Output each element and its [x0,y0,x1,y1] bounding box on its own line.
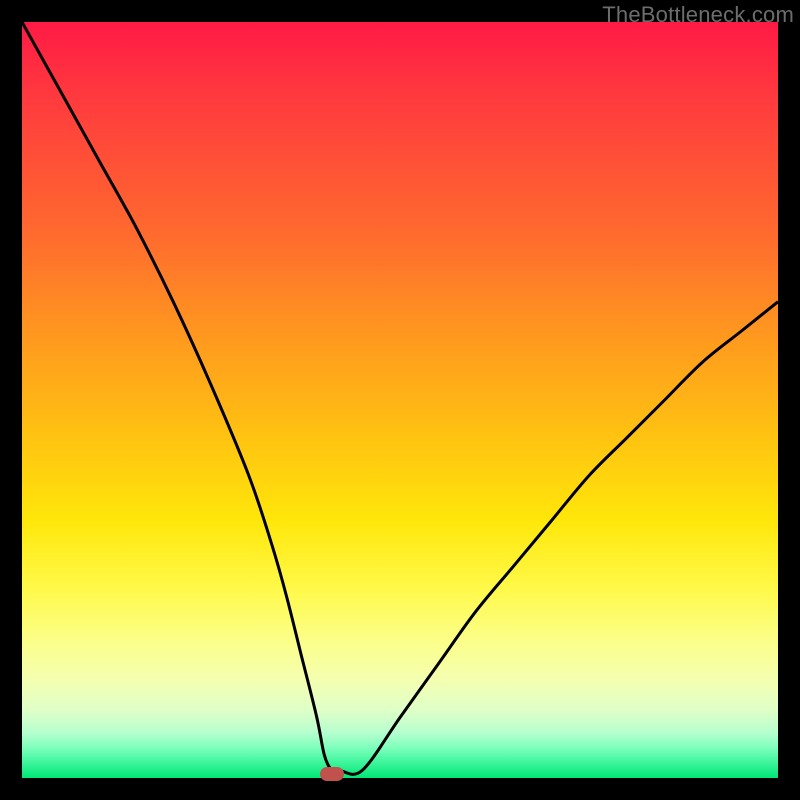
curve-line [22,22,778,774]
chart-frame: TheBottleneck.com [0,0,800,800]
bottleneck-curve [22,22,778,778]
plot-area [22,22,778,778]
optimal-point-marker [320,767,344,781]
watermark-text: TheBottleneck.com [602,2,794,28]
